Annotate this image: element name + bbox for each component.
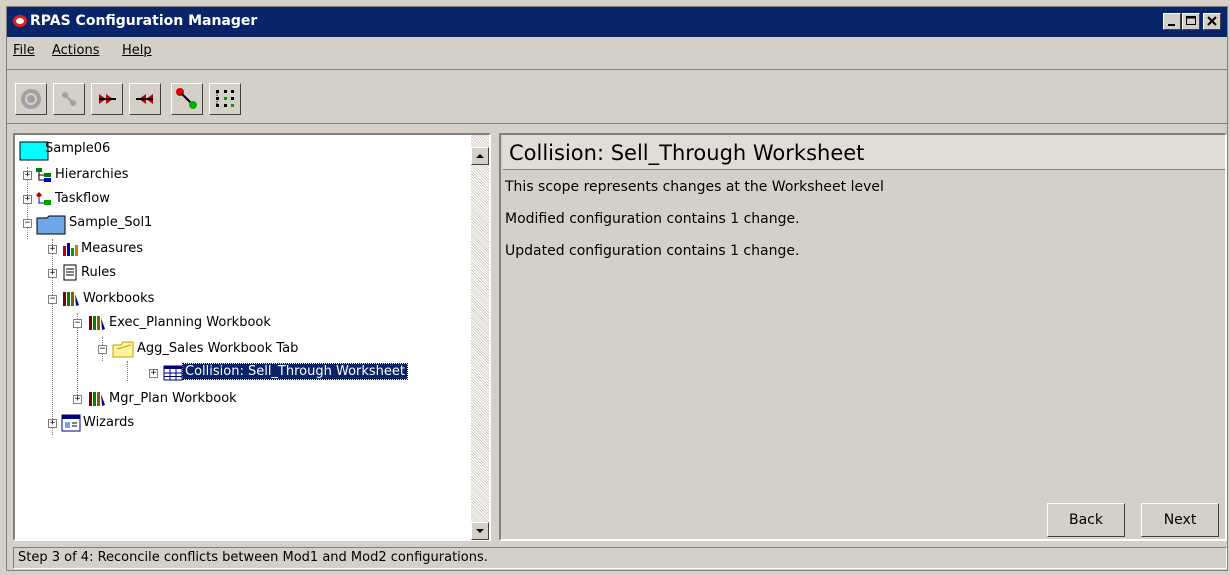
tree-node-label: Measures xyxy=(81,241,144,256)
collapse-icon[interactable]: − xyxy=(48,295,57,304)
refresh-disabled-icon xyxy=(21,89,41,109)
details-pane: Collision: Sell_Through Worksheet This s… xyxy=(499,133,1227,541)
oracle-logo-icon xyxy=(13,15,27,27)
measures-icon xyxy=(63,243,78,256)
status-text: Step 3 of 4: Reconcile conflicts between… xyxy=(18,550,488,565)
workbook-tab-icon xyxy=(112,341,134,358)
apply-change-icon xyxy=(176,88,197,109)
window-title: RPAS Configuration Manager xyxy=(30,13,258,29)
expand-icon[interactable]: + xyxy=(48,419,57,428)
toolbar-connect-button[interactable] xyxy=(53,83,85,115)
toolbar-merge-right-button[interactable] xyxy=(91,83,123,115)
tree-scrollbar[interactable] xyxy=(471,135,489,539)
arrow-down-icon xyxy=(476,529,484,533)
scroll-up-button[interactable] xyxy=(471,147,489,165)
tree-node-label: Sample_Sol1 xyxy=(69,215,153,230)
menu-help-label: Help xyxy=(122,43,152,58)
workbooks-icon xyxy=(63,292,79,306)
wizards-icon xyxy=(61,414,81,432)
tree-node-label: Workbooks xyxy=(83,291,155,306)
close-icon xyxy=(1207,16,1217,26)
expand-icon[interactable]: + xyxy=(149,369,158,378)
details-line-updated: Updated configuration contains 1 change. xyxy=(505,243,800,259)
maximize-icon xyxy=(1186,16,1196,25)
app-window: RPAS Configuration Manager File Actions … xyxy=(6,6,1228,571)
tree-node-label: Collision: Sell_Through Worksheet xyxy=(181,363,409,380)
scroll-down-button[interactable] xyxy=(471,522,489,540)
maximize-button[interactable] xyxy=(1182,13,1200,30)
title-bar[interactable]: RPAS Configuration Manager xyxy=(7,7,1227,37)
taskflow-icon xyxy=(36,192,51,205)
tree-node-label: Sample06 xyxy=(45,141,111,156)
toolbar-merge-left-button[interactable] xyxy=(129,83,161,115)
menu-separator xyxy=(7,69,1227,70)
back-button[interactable]: Back xyxy=(1047,503,1125,537)
tree-node-label: Agg_Sales Workbook Tab xyxy=(137,341,299,356)
tree-node-label: Rules xyxy=(81,265,117,280)
menu-file[interactable]: File xyxy=(13,43,35,58)
menu-file-label: File xyxy=(13,43,35,58)
close-button[interactable] xyxy=(1203,13,1221,30)
next-button[interactable]: Next xyxy=(1141,503,1219,537)
rules-icon xyxy=(63,264,77,281)
toolbar-apply-button[interactable] xyxy=(171,83,203,115)
menu-help[interactable]: Help xyxy=(122,43,152,58)
details-line-scope: This scope represents changes at the Wor… xyxy=(505,179,884,195)
menu-bar: File Actions Help xyxy=(7,41,1227,61)
tree-node-label: Exec_Planning Workbook xyxy=(109,315,271,330)
arrow-up-icon xyxy=(476,154,484,158)
details-header: Collision: Sell_Through Worksheet xyxy=(503,135,1225,170)
workbooks-icon xyxy=(89,392,105,406)
toolbar-tree-button[interactable] xyxy=(209,83,241,115)
merge-left-icon xyxy=(136,94,153,104)
toolbar-refresh-button[interactable] xyxy=(15,83,47,115)
expand-icon[interactable]: + xyxy=(23,195,32,204)
tree-structure-icon xyxy=(216,90,234,107)
tree-node-label: Taskflow xyxy=(55,191,110,206)
expand-icon[interactable]: + xyxy=(23,171,32,180)
details-title: Collision: Sell_Through Worksheet xyxy=(509,141,865,165)
tree-node-label: Hierarchies xyxy=(55,167,129,182)
minimize-button[interactable] xyxy=(1163,13,1181,30)
details-line-modified: Modified configuration contains 1 change… xyxy=(505,211,800,227)
expand-icon[interactable]: + xyxy=(48,269,57,278)
expand-icon[interactable]: + xyxy=(48,245,57,254)
tree-guide-line xyxy=(127,361,128,381)
minimize-icon xyxy=(1168,24,1175,26)
collapse-icon[interactable]: − xyxy=(98,345,107,354)
merge-right-icon xyxy=(99,94,116,104)
menu-actions-label: Actions xyxy=(52,43,100,58)
workbooks-icon xyxy=(89,316,105,330)
collapse-icon[interactable]: − xyxy=(73,319,82,328)
status-bar: Step 3 of 4: Reconcile conflicts between… xyxy=(13,547,1227,569)
folder-blue-icon xyxy=(36,215,66,235)
expand-icon[interactable]: + xyxy=(73,395,82,404)
tree-node-label: Mgr_Plan Workbook xyxy=(109,391,237,406)
collapse-icon[interactable]: − xyxy=(23,219,32,228)
worksheet-icon xyxy=(163,365,183,381)
toolbar-separator xyxy=(7,123,1227,124)
hierarchy-icon xyxy=(36,168,51,182)
menu-actions[interactable]: Actions xyxy=(52,43,100,58)
tree-node-label: Wizards xyxy=(83,415,135,430)
connect-disabled-icon xyxy=(62,92,76,106)
